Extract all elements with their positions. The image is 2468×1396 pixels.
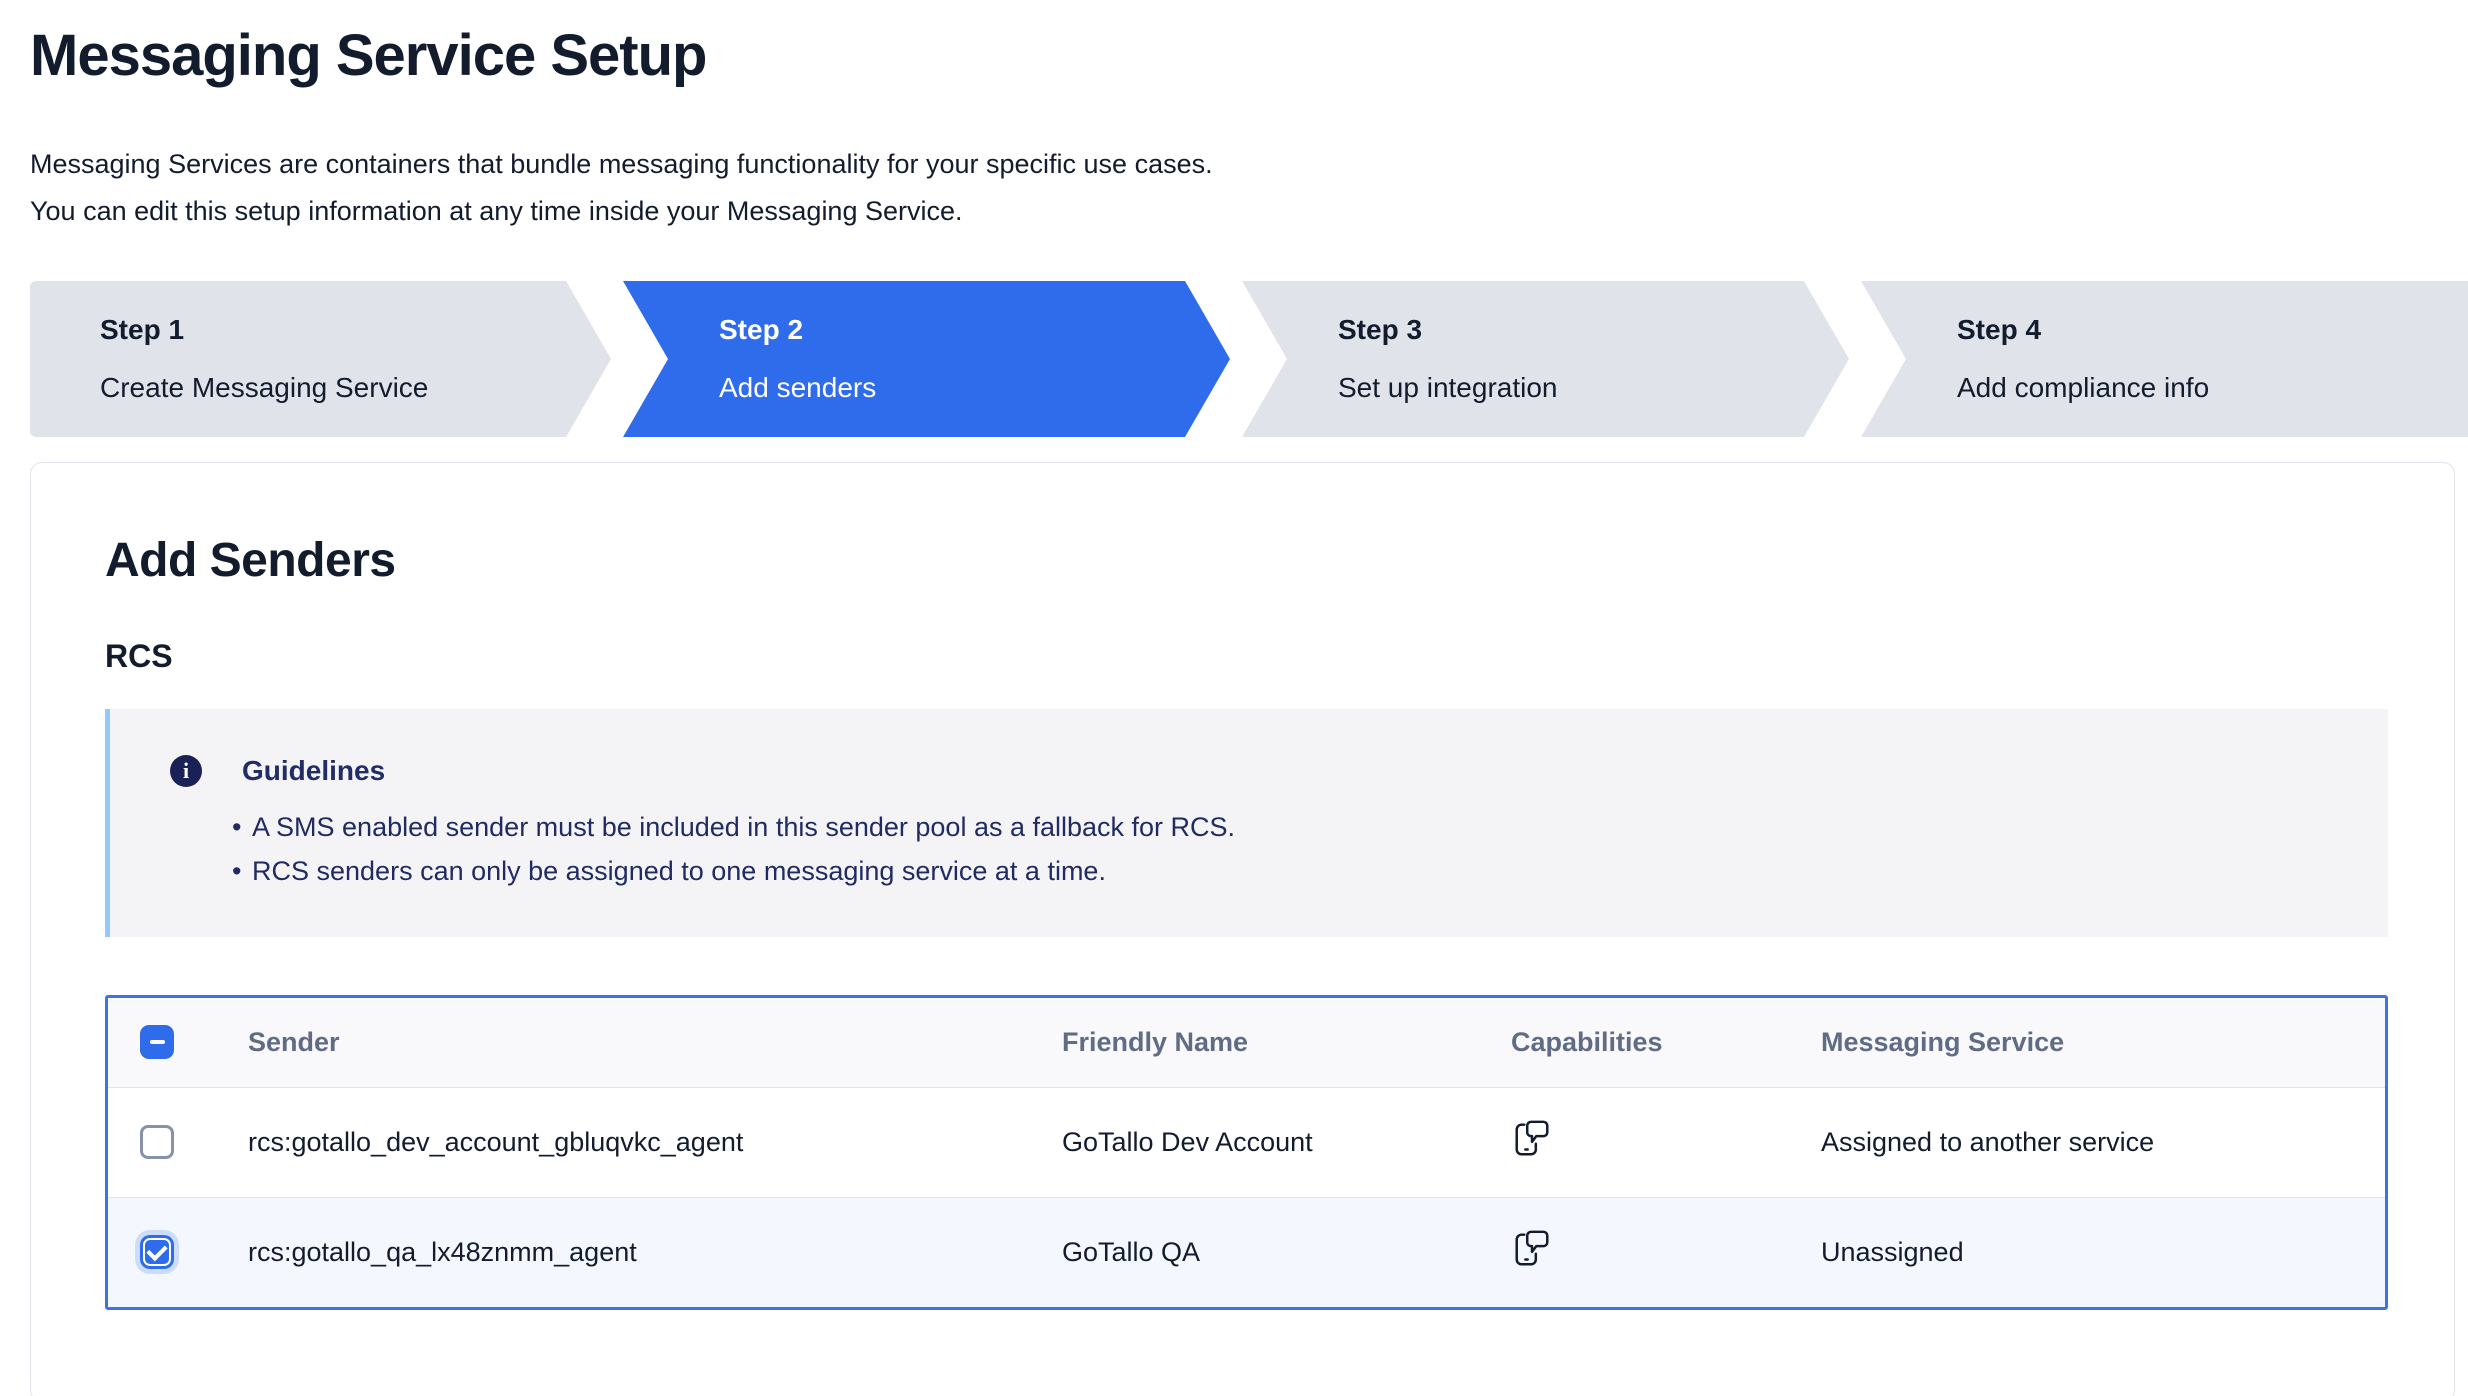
row-checkbox-checked[interactable] bbox=[140, 1235, 174, 1269]
messaging-service-setup-page: Messaging Service Setup Messaging Servic… bbox=[0, 22, 2468, 1396]
column-header-friendly-name: Friendly Name bbox=[1030, 998, 1479, 1087]
page-title: Messaging Service Setup bbox=[30, 22, 2468, 89]
column-header-messaging-service: Messaging Service bbox=[1789, 998, 2385, 1087]
row-checkbox-cell bbox=[108, 1087, 216, 1197]
friendly-name-cell: GoTallo QA bbox=[1030, 1197, 1479, 1307]
table-row-selected[interactable]: rcs:gotallo_qa_lx48znmm_agent GoTallo QA bbox=[108, 1197, 2385, 1307]
sender-cell: rcs:gotallo_dev_account_gbluqvkc_agent bbox=[216, 1087, 1030, 1197]
row-checkbox-cell bbox=[108, 1197, 216, 1307]
select-all-cell bbox=[108, 998, 216, 1087]
stepper-step-4[interactable]: Step 4 Add compliance info bbox=[1861, 281, 2468, 437]
step-description: Add senders bbox=[719, 372, 1230, 404]
setup-stepper: Step 1 Create Messaging Service Step 2 A… bbox=[30, 281, 2468, 437]
guideline-item: RCS senders can only be assigned to one … bbox=[170, 849, 2348, 893]
step-label: Step 2 bbox=[719, 314, 1230, 346]
column-header-capabilities: Capabilities bbox=[1479, 998, 1789, 1087]
sender-cell: rcs:gotallo_qa_lx48znmm_agent bbox=[216, 1197, 1030, 1307]
step-label: Step 4 bbox=[1957, 314, 2468, 346]
rcs-capability-icon bbox=[1511, 1118, 1553, 1160]
friendly-name-cell: GoTallo Dev Account bbox=[1030, 1087, 1479, 1197]
table-row[interactable]: rcs:gotallo_dev_account_gbluqvkc_agent G… bbox=[108, 1087, 2385, 1197]
stepper-step-3[interactable]: Step 3 Set up integration bbox=[1242, 281, 1849, 437]
rcs-section-heading: RCS bbox=[105, 638, 2388, 675]
messaging-service-cell: Unassigned bbox=[1789, 1197, 2385, 1307]
table-header-row: Sender Friendly Name Capabilities Messag… bbox=[108, 998, 2385, 1087]
intro-line-2: You can edit this setup information at a… bbox=[30, 188, 2468, 235]
page-intro: Messaging Services are containers that b… bbox=[30, 141, 2468, 235]
step-label: Step 1 bbox=[100, 314, 611, 346]
messaging-service-cell: Assigned to another service bbox=[1789, 1087, 2385, 1197]
step-description: Set up integration bbox=[1338, 372, 1849, 404]
guidelines-header: i Guidelines bbox=[170, 753, 2348, 789]
senders-table-container: Sender Friendly Name Capabilities Messag… bbox=[105, 995, 2388, 1310]
intro-line-1: Messaging Services are containers that b… bbox=[30, 141, 2468, 188]
senders-table: Sender Friendly Name Capabilities Messag… bbox=[108, 998, 2385, 1307]
step-description: Add compliance info bbox=[1957, 372, 2468, 404]
step-label: Step 3 bbox=[1338, 314, 1849, 346]
stepper-step-1[interactable]: Step 1 Create Messaging Service bbox=[30, 281, 611, 437]
step-description: Create Messaging Service bbox=[100, 372, 611, 404]
capabilities-cell bbox=[1479, 1087, 1789, 1197]
guidelines-callout: i Guidelines A SMS enabled sender must b… bbox=[105, 709, 2388, 937]
guidelines-list: A SMS enabled sender must be included in… bbox=[170, 805, 2348, 893]
add-senders-card: Add Senders RCS i Guidelines A SMS enabl… bbox=[30, 462, 2455, 1396]
select-all-checkbox[interactable] bbox=[140, 1025, 174, 1059]
guidelines-title: Guidelines bbox=[242, 755, 385, 787]
card-heading: Add Senders bbox=[105, 533, 2388, 588]
info-icon: i bbox=[170, 755, 202, 787]
rcs-capability-icon bbox=[1511, 1228, 1553, 1270]
guideline-item: A SMS enabled sender must be included in… bbox=[170, 805, 2348, 849]
row-checkbox-unchecked[interactable] bbox=[140, 1125, 174, 1159]
capabilities-cell bbox=[1479, 1197, 1789, 1307]
column-header-sender: Sender bbox=[216, 998, 1030, 1087]
stepper-step-2-active[interactable]: Step 2 Add senders bbox=[623, 281, 1230, 437]
